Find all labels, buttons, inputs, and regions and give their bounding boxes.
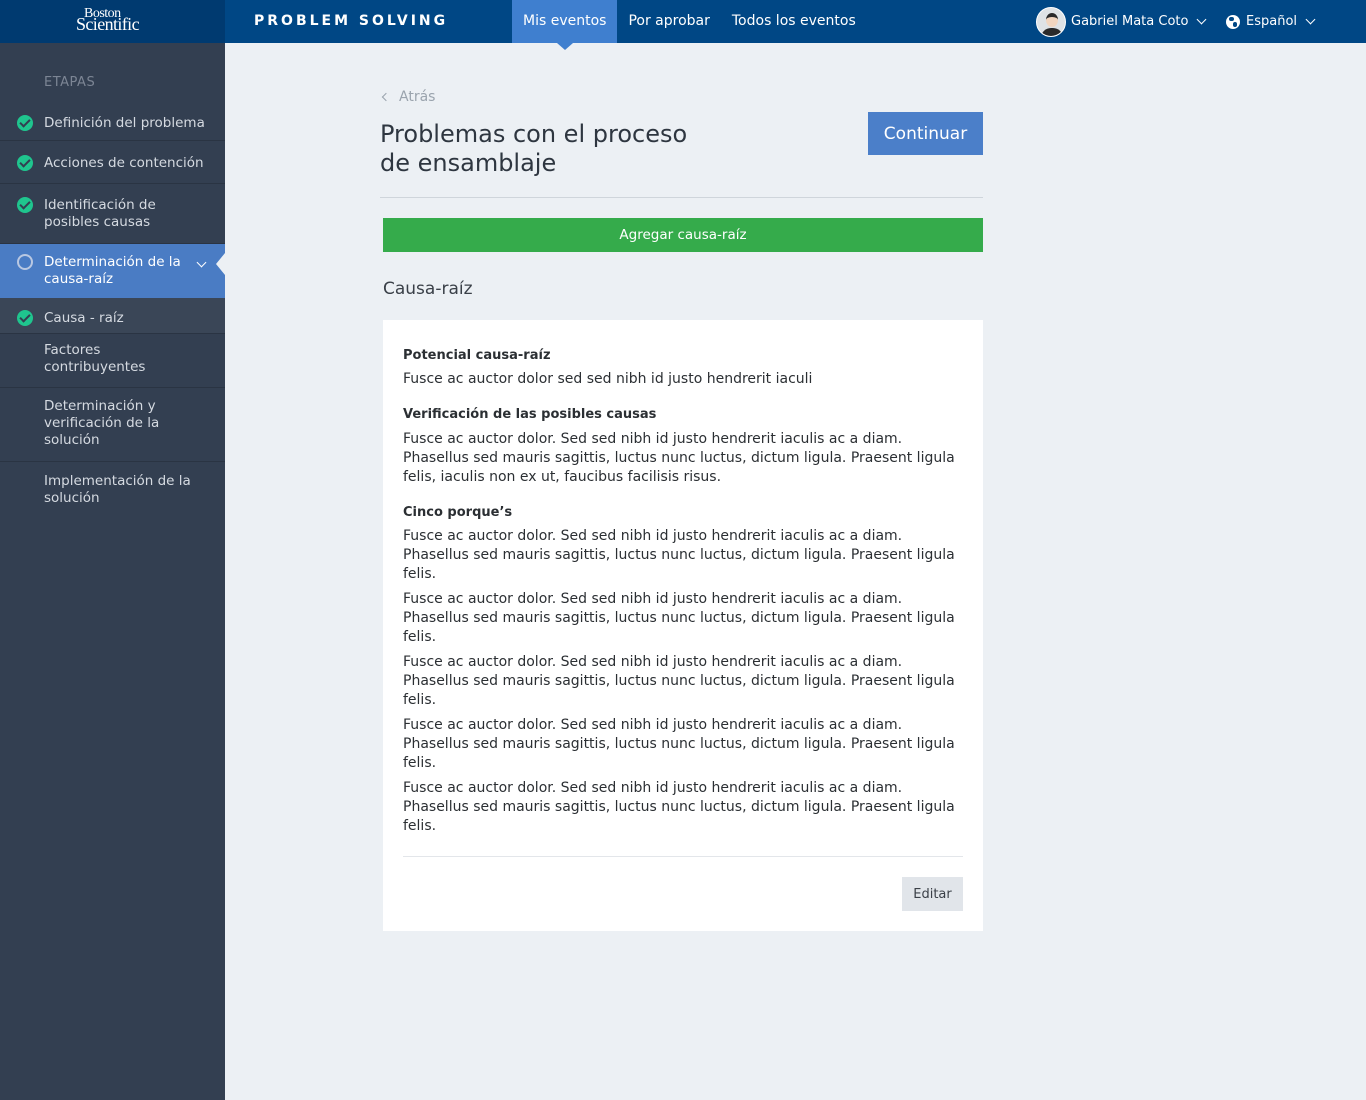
sidebar-item-label: Acciones de contención <box>44 155 204 171</box>
sidebar-item-identificacion[interactable]: Identificación de posibles causas <box>0 184 225 244</box>
avatar <box>1036 6 1066 37</box>
check-icon <box>17 155 33 171</box>
potential-text: Fusce ac auctor dolor sed sed nibh id ju… <box>403 371 813 387</box>
sidebar-item-acciones[interactable]: Acciones de contención <box>0 141 225 184</box>
sidebar-item-determinacion-causa-raiz[interactable]: Determinación de la causa-raíz <box>0 244 225 298</box>
back-label: Atrás <box>399 89 436 105</box>
potential-root-cause: Potencial causa-raíz Fusce ac auctor dol… <box>403 347 963 389</box>
circle-icon <box>17 254 33 270</box>
sidebar-item-definicion[interactable]: Definición del problema <box>0 104 225 141</box>
card-divider <box>403 856 963 857</box>
sidebar-item-determinacion-solucion[interactable]: Determinación y verificación de la soluc… <box>0 388 225 462</box>
check-icon <box>17 197 33 213</box>
sidebar-heading: ETAPAS <box>44 75 96 90</box>
sidebar-item-implementacion[interactable]: Implementación de la solución <box>0 462 225 520</box>
sidebar-item-label: Determinación y verificación de la soluc… <box>44 398 160 448</box>
verification: Verificación de las posibles causas Fusc… <box>403 406 963 487</box>
sidebar-item-label: Determinación de la causa-raíz <box>44 254 181 287</box>
why-item: Fusce ac auctor dolor. Sed sed nibh id j… <box>403 654 955 708</box>
sidebar-item-label: Implementación de la solución <box>44 473 191 506</box>
why-item: Fusce ac auctor dolor. Sed sed nibh id j… <box>403 528 955 582</box>
language-label: Español <box>1246 14 1298 29</box>
root-cause-card: Potencial causa-raíz Fusce ac auctor dol… <box>383 320 983 931</box>
continue-button[interactable]: Continuar <box>868 112 983 155</box>
header-divider <box>380 197 983 198</box>
why-item: Fusce ac auctor dolor. Sed sed nibh id j… <box>403 780 955 834</box>
logo-line-2: Scientific <box>76 14 140 34</box>
check-icon <box>17 115 33 131</box>
globe-icon <box>1226 14 1240 29</box>
sidebar-item-label: Causa - raíz <box>44 310 124 326</box>
potential-label: Potencial causa-raíz <box>403 348 551 363</box>
edit-button[interactable]: Editar <box>902 877 963 911</box>
chevron-down-icon <box>1305 14 1316 25</box>
back-link[interactable]: Atrás <box>381 89 436 105</box>
nav-por-aprobar[interactable]: Por aprobar <box>617 0 720 43</box>
section-title: Causa-raíz <box>383 279 473 299</box>
verification-label: Verificación de las posibles causas <box>403 407 657 422</box>
five-whys: Cinco porque’s Fusce ac auctor dolor. Se… <box>403 504 963 836</box>
chevron-down-icon <box>1197 14 1207 25</box>
nav-mis-eventos[interactable]: Mis eventos <box>512 0 618 50</box>
language-menu[interactable]: Español <box>1226 6 1316 37</box>
page-title: Problemas con el proceso de ensamblaje <box>380 120 688 177</box>
nav-todos-los-eventos[interactable]: Todos los eventos <box>721 0 867 43</box>
sidebar: ETAPAS Definición del problema Acciones … <box>0 43 225 1100</box>
sidebar-subitem-causa-raiz[interactable]: Causa - raíz <box>0 298 225 334</box>
top-bar: Boston Scientific PROBLEM SOLVING Mis ev… <box>0 0 1366 50</box>
chevron-left-icon <box>381 92 391 102</box>
sidebar-item-label: Definición del problema <box>44 115 205 131</box>
logo-area: Boston Scientific <box>0 0 225 43</box>
add-root-cause-button[interactable]: Agregar causa-raíz <box>383 218 983 252</box>
user-menu[interactable]: Gabriel Mata Coto <box>1036 6 1207 37</box>
sidebar-item-label: Factores contribuyentes <box>44 342 146 375</box>
why-item: Fusce ac auctor dolor. Sed sed nibh id j… <box>403 591 955 645</box>
verification-text: Fusce ac auctor dolor. Sed sed nibh id j… <box>403 431 955 485</box>
app-title: PROBLEM SOLVING <box>254 13 449 29</box>
sidebar-item-label: Identificación de posibles causas <box>44 197 156 230</box>
why-item: Fusce ac auctor dolor. Sed sed nibh id j… <box>403 717 955 771</box>
main-nav: Mis eventos Por aprobar Todos los evento… <box>512 0 867 50</box>
boston-scientific-logo[interactable]: Boston Scientific <box>76 7 140 34</box>
active-pointer <box>216 253 225 275</box>
five-whys-label: Cinco porque’s <box>403 505 513 520</box>
sidebar-subitem-factores[interactable]: Factores contribuyentes <box>0 334 225 388</box>
chevron-down-icon[interactable] <box>196 257 207 268</box>
user-name: Gabriel Mata Coto <box>1071 14 1189 29</box>
check-icon <box>17 310 33 326</box>
